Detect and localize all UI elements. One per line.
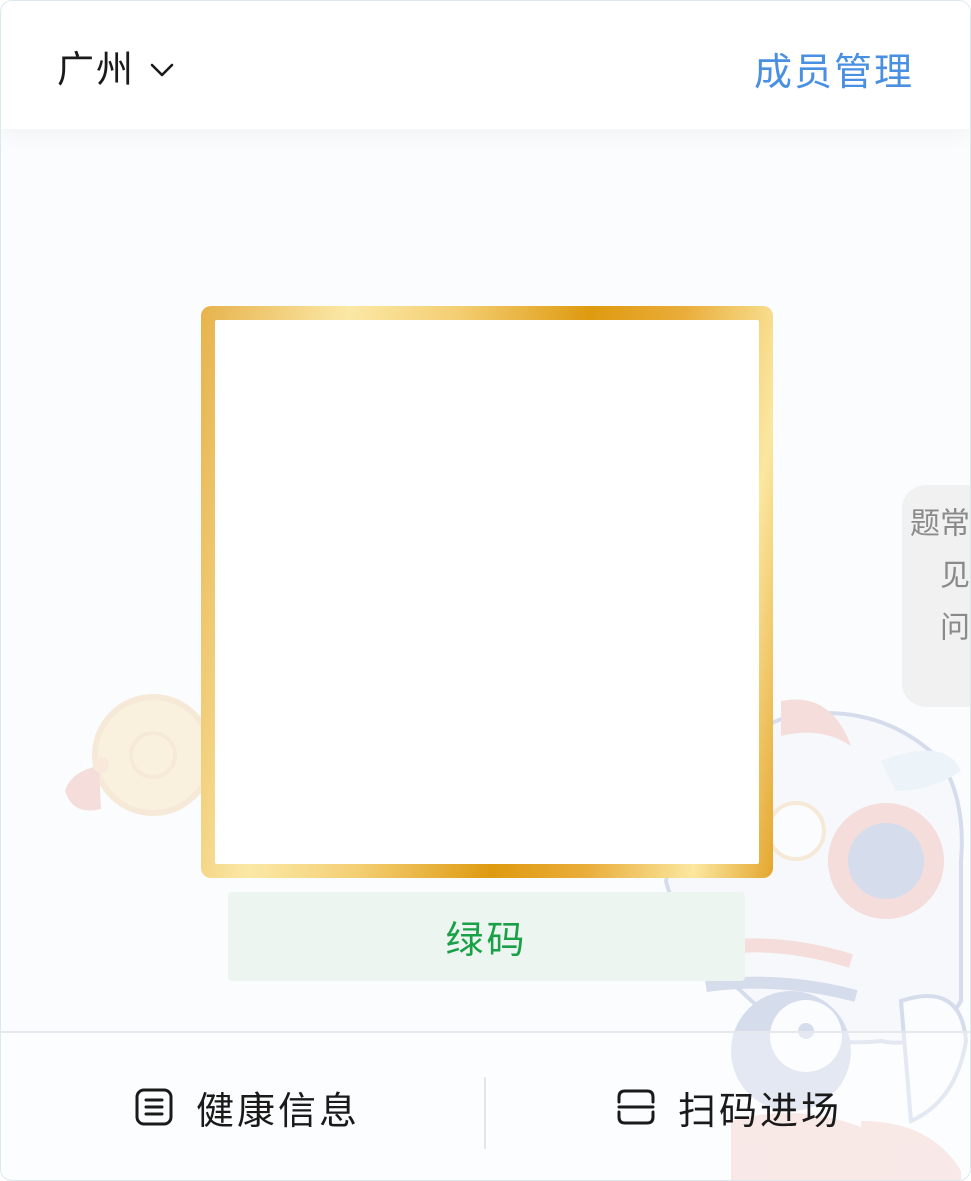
qr-code-frame [201, 306, 773, 878]
scan-entry-label: 扫码进场 [678, 1088, 843, 1133]
faq-side-tab[interactable]: 常见问题 [902, 485, 970, 707]
header: 广州 成员管理 [1, 1, 970, 129]
health-info-label: 健康信息 [196, 1088, 361, 1133]
bottom-divider [484, 1077, 486, 1149]
scan-entry-button[interactable]: 扫码进场 [616, 1077, 842, 1137]
health-info-button[interactable]: 健康信息 [134, 1077, 360, 1137]
bottom-action-bar: 健康信息 扫码进场 [1, 1031, 970, 1180]
chevron-down-icon [150, 63, 174, 77]
scan-icon [617, 1089, 655, 1125]
city-label: 广州 [57, 48, 135, 91]
city-selector[interactable]: 广州 [57, 43, 175, 91]
health-code-card: 广州 成员管理 绿码 常见问题 健康信息 扫码进场 [0, 0, 971, 1181]
code-status-badge: 绿码 [228, 892, 745, 981]
qr-code-area[interactable] [215, 320, 759, 864]
member-management-link[interactable]: 成员管理 [754, 41, 914, 96]
faq-label: 常见问题 [904, 507, 969, 663]
document-icon [135, 1088, 173, 1126]
